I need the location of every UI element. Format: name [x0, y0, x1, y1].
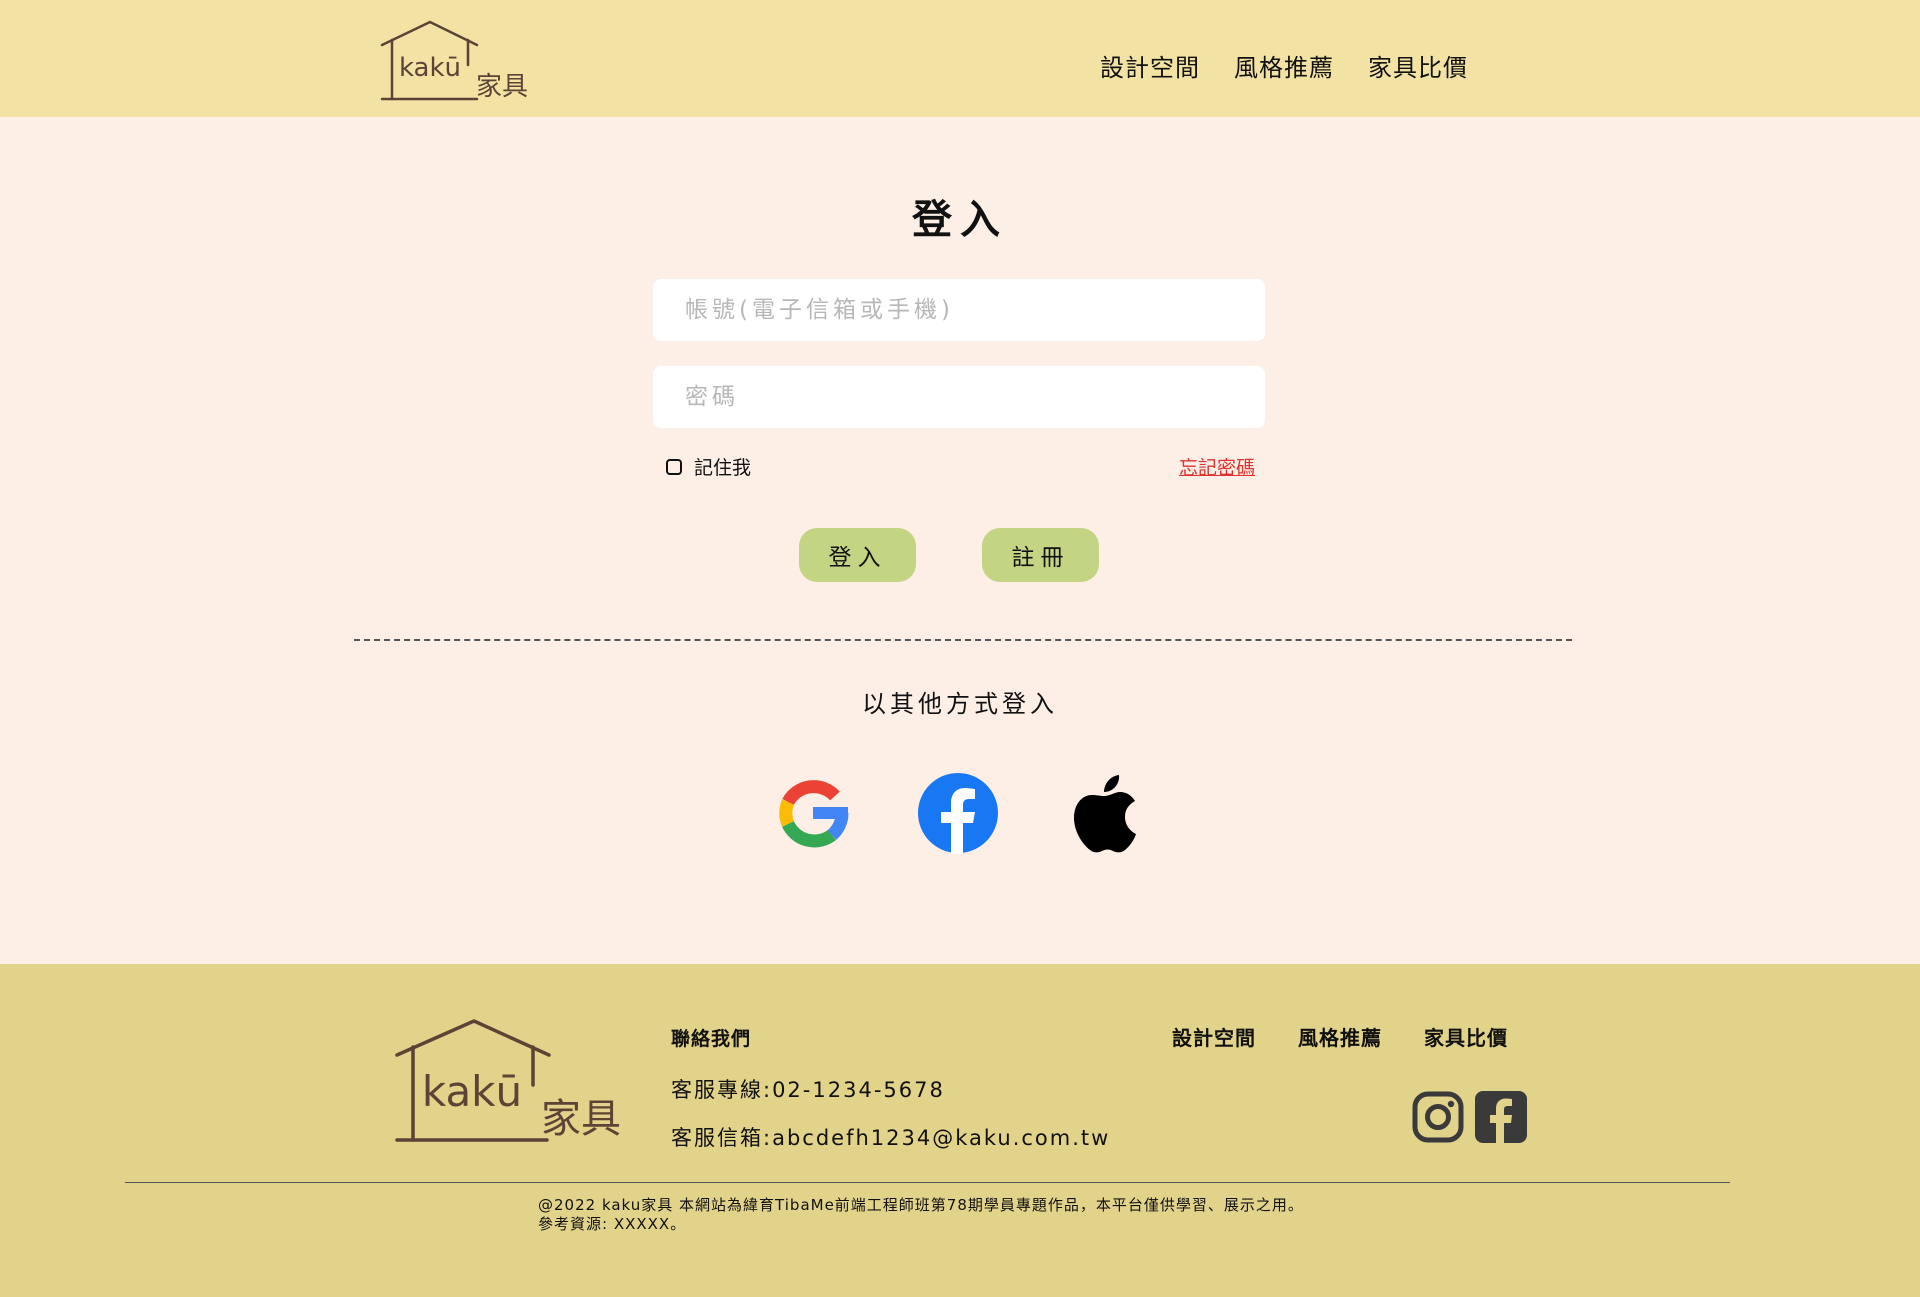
svg-text:kakū: kakū — [399, 53, 461, 83]
main-nav: 設計空間 風格推薦 家具比價 — [1100, 48, 1468, 83]
contact-email: 客服信箱:abcdefh1234@kaku.com.tw — [671, 1126, 1111, 1150]
footer-facebook-icon[interactable] — [1475, 1091, 1527, 1143]
divider — [354, 639, 1572, 641]
account-input[interactable] — [653, 279, 1265, 341]
google-icon[interactable] — [772, 772, 854, 854]
site-footer: kakū 家具 聯絡我們 客服專線:02-1234-5678 客服信箱:abcd… — [0, 964, 1920, 1297]
footer-nav: 設計空間 風格推薦 家具比價 — [1172, 1022, 1508, 1051]
footer-nav-style-recommend[interactable]: 風格推薦 — [1298, 1022, 1382, 1051]
alt-login-label: 以其他方式登入 — [862, 690, 1058, 718]
forgot-password-link[interactable]: 忘記密碼 — [1179, 453, 1255, 480]
remember-me[interactable]: 記住我 — [666, 453, 751, 480]
copyright: @2022 kaku家具 本網站為緯育TibaMe前端工程師班第78期學員專題作… — [538, 1196, 1304, 1234]
login-section: 登入 記住我 忘記密碼 登入 註冊 以其他方式登入 — [0, 117, 1920, 964]
apple-icon[interactable] — [1063, 772, 1145, 854]
footer-nav-design-space[interactable]: 設計空間 — [1172, 1022, 1256, 1051]
page-title: 登入 — [912, 197, 1008, 243]
copyright-line: @2022 kaku家具 本網站為緯育TibaMe前端工程師班第78期學員專題作… — [538, 1196, 1304, 1214]
svg-text:家具: 家具 — [476, 72, 528, 102]
brand-logo[interactable]: kakū 家具 — [380, 20, 530, 102]
password-input[interactable] — [653, 366, 1265, 428]
facebook-login-icon[interactable] — [917, 772, 999, 854]
remember-checkbox[interactable] — [666, 458, 682, 475]
footer-nav-price-compare[interactable]: 家具比價 — [1424, 1022, 1508, 1051]
svg-text:家具: 家具 — [541, 1096, 621, 1142]
site-header: kakū 家具 設計空間 風格推薦 家具比價 — [0, 0, 1920, 117]
nav-design-space[interactable]: 設計空間 — [1100, 48, 1200, 83]
remember-label: 記住我 — [694, 457, 752, 479]
contact-phone: 客服專線:02-1234-5678 — [671, 1078, 945, 1102]
footer-brand-logo[interactable]: kakū 家具 — [395, 1019, 623, 1143]
footer-divider — [125, 1182, 1730, 1183]
svg-text:kakū: kakū — [422, 1067, 522, 1116]
nav-price-compare[interactable]: 家具比價 — [1368, 48, 1468, 83]
register-button[interactable]: 註冊 — [982, 528, 1099, 582]
login-button[interactable]: 登入 — [799, 528, 916, 582]
instagram-icon[interactable] — [1412, 1091, 1464, 1143]
nav-style-recommend[interactable]: 風格推薦 — [1234, 48, 1334, 83]
references-line: 參考資源: XXXXX。 — [538, 1215, 687, 1233]
contact-title: 聯絡我們 — [671, 1028, 752, 1050]
